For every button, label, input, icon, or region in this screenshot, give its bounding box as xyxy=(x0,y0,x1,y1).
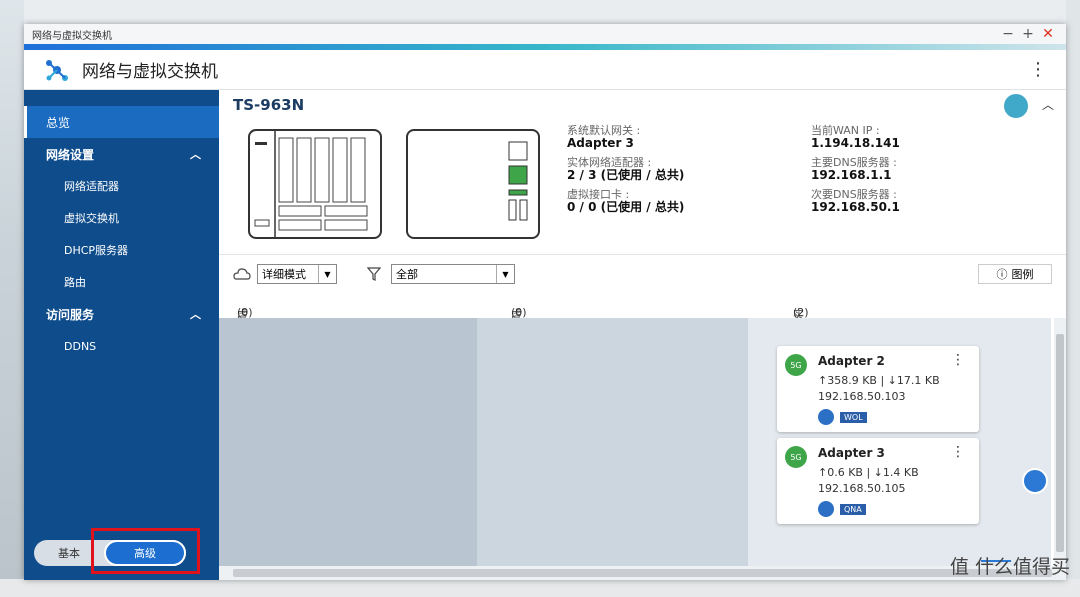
maximize-icon[interactable]: + xyxy=(1018,26,1038,42)
sidebar-item-overview[interactable]: 总览 xyxy=(24,106,219,138)
desktop-background-bottom xyxy=(0,579,1080,597)
nas-front-illustration xyxy=(248,129,382,239)
cloud-outline-icon xyxy=(233,268,251,280)
app-window: 网络与虚拟交换机 − + ✕ 网络与虚拟交换机 ⋮ 总览 网络设置 ︿ 网络适配 xyxy=(24,24,1066,580)
desktop-background-left xyxy=(0,0,24,597)
info-icon: ⓘ xyxy=(996,268,1008,281)
chevron-down-icon: ▼ xyxy=(496,265,514,283)
vertical-scrollbar[interactable] xyxy=(1054,318,1066,566)
minimize-icon[interactable]: − xyxy=(998,26,1018,42)
primary-dns-value: 192.168.1.1 xyxy=(811,168,892,182)
cloud-icon[interactable] xyxy=(1004,94,1028,118)
app-header: 网络与虚拟交换机 ⋮ xyxy=(24,50,1066,90)
legend-label: 图例 xyxy=(1011,268,1034,281)
virtual-switch-panel xyxy=(477,318,748,566)
sidebar-section-label: 访问服务 xyxy=(46,307,95,322)
filter-value: 全部 xyxy=(396,268,418,281)
wol-badge: WOL xyxy=(840,412,867,423)
adapter-card[interactable]: 5G Adapter 3 ⋮ ↑0.6 KB | ↓1.4 KB 192.168… xyxy=(777,438,979,524)
view-mode-select[interactable]: 详细模式 ▼ xyxy=(257,264,337,284)
wan-ip-value: 1.194.18.141 xyxy=(811,136,900,150)
default-gateway-value: Adapter 3 xyxy=(567,136,634,150)
chevron-up-icon: ︿ xyxy=(190,148,201,161)
adapter-5g-icon: 5G xyxy=(785,446,807,468)
scroll-thumb[interactable] xyxy=(1056,334,1064,552)
column-headers: 虚拟接口卡 (0) 虚拟交换机(0) 实体网络适配器 (2) xyxy=(237,306,809,417)
legend-button[interactable]: ⓘ 图例 xyxy=(978,264,1052,284)
physical-adapters-value: 2 / 3 (已使用 / 总共) xyxy=(567,168,685,182)
adapter-card[interactable]: 5G Adapter 2 ⋮ ↑358.9 KB | ↓17.1 KB 192.… xyxy=(777,346,979,432)
virtual-nic-value: 0 / 0 (已使用 / 总共) xyxy=(567,200,685,214)
chevron-down-icon: ▼ xyxy=(318,265,336,283)
device-info-left: 系统默认网关 : Adapter 3 实体网络适配器 : 2 / 3 (已使用 … xyxy=(567,124,684,220)
adapter-ip: 192.168.50.105 xyxy=(818,482,906,495)
qna-connector-icon[interactable] xyxy=(1022,468,1048,494)
more-options-icon[interactable]: ⋮ xyxy=(1028,60,1048,79)
network-switch-logo-icon xyxy=(46,59,68,81)
adapter-ip: 192.168.50.103 xyxy=(818,390,906,403)
toolbar: 详细模式 ▼ 全部 ▼ ⓘ 图例 xyxy=(219,254,1066,290)
filter-icon xyxy=(367,267,381,281)
window-title: 网络与虚拟交换机 xyxy=(32,30,112,42)
sidebar: 总览 网络设置 ︿ 网络适配器 虚拟交换机 DHCP服务器 路由 访问服务 ︿ xyxy=(24,90,219,580)
sidebar-item-label: DDNS xyxy=(64,339,97,353)
sidebar-item-virtual-switch[interactable]: 虚拟交换机 xyxy=(24,202,219,234)
secondary-dns-value: 192.168.50.1 xyxy=(811,200,900,214)
desktop-background-right xyxy=(1066,0,1080,597)
sidebar-item-label: 路由 xyxy=(64,276,86,289)
nas-rear-illustration xyxy=(406,129,540,239)
sidebar-item-label: 虚拟交换机 xyxy=(64,212,119,225)
title-bar: 网络与虚拟交换机 − + ✕ xyxy=(24,24,1066,44)
close-icon[interactable]: ✕ xyxy=(1038,26,1058,42)
app-title: 网络与虚拟交换机 xyxy=(82,62,218,82)
adapter-5g-icon: 5G xyxy=(785,354,807,376)
main-content: TS-963N ︿ 系统默认网关: Adapter 3 实体网络适配器: 2… xyxy=(219,90,1066,580)
view-mode-value: 详细模式 xyxy=(262,268,306,281)
device-name: TS-963N xyxy=(233,96,305,114)
device-info-right: 当前WAN IP : 1.194.18.141 主要DNS服务器 : 192.1… xyxy=(811,124,900,220)
sidebar-item-routing[interactable]: 路由 xyxy=(24,266,219,298)
virtual-nic-panel xyxy=(219,318,477,566)
sidebar-item-network-adapter[interactable]: 网络适配器 xyxy=(24,170,219,202)
sidebar-section-access-services[interactable]: 访问服务 ︿ xyxy=(24,298,219,330)
filter-select[interactable]: 全部 ▼ xyxy=(391,264,515,284)
sidebar-item-dhcp[interactable]: DHCP服务器 xyxy=(24,234,219,266)
qna-badge: QNA xyxy=(840,504,866,515)
scroll-thumb[interactable] xyxy=(233,569,1052,577)
adapter-name: Adapter 3 xyxy=(818,446,885,460)
adapter-traffic: ↑358.9 KB | ↓17.1 KB xyxy=(818,374,940,387)
more-options-icon[interactable]: ⋮ xyxy=(951,352,965,368)
adapter-traffic: ↑0.6 KB | ↓1.4 KB xyxy=(818,466,919,479)
more-options-icon[interactable]: ⋮ xyxy=(951,444,965,460)
watermark: 值 什么值得买 xyxy=(949,556,1070,578)
horizontal-scrollbar[interactable] xyxy=(219,566,1066,580)
sidebar-item-label: 网络适配器 xyxy=(64,180,119,193)
chevron-up-icon: ︿ xyxy=(190,308,201,321)
adapter-name: Adapter 2 xyxy=(818,354,885,368)
sidebar-item-label: 总览 xyxy=(46,115,71,130)
globe-icon xyxy=(818,409,834,425)
sidebar-section-network-settings[interactable]: 网络设置 ︿ xyxy=(24,138,219,170)
sidebar-item-label: DHCP服务器 xyxy=(64,244,129,257)
topology-panels: 5G Adapter 2 ⋮ ↑358.9 KB | ↓17.1 KB 192.… xyxy=(219,318,1066,580)
sidebar-section-label: 网络设置 xyxy=(46,147,95,162)
sidebar-item-ddns[interactable]: DDNS xyxy=(24,330,219,362)
globe-icon xyxy=(818,501,834,517)
chevron-up-icon[interactable]: ︿ xyxy=(1042,96,1054,113)
annotation-highlight-box xyxy=(91,528,200,574)
